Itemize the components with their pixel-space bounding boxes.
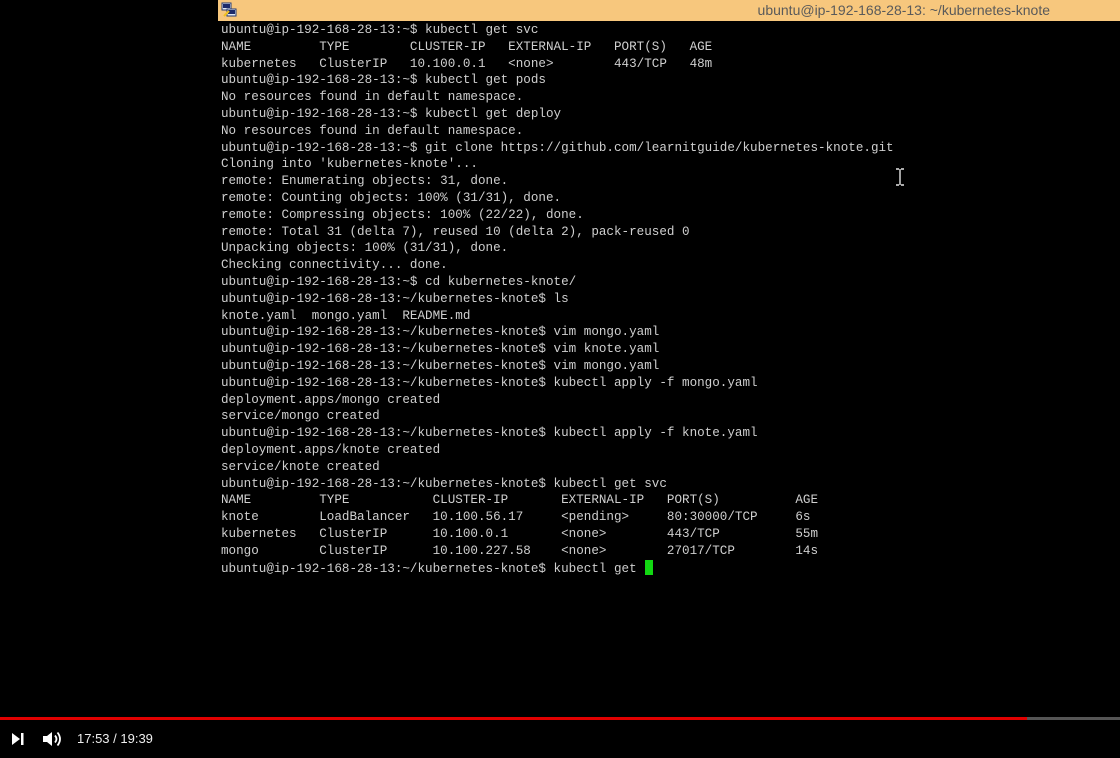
terminal-line: mongo ClusterIP 10.100.227.58 <none> 270…	[221, 543, 819, 558]
terminal-line: ubuntu@ip-192-168-28-13:~$ kubectl get p…	[221, 73, 546, 88]
terminal-line: ubuntu@ip-192-168-28-13:~/kubernetes-kno…	[221, 426, 758, 441]
terminal-line: kubernetes ClusterIP 10.100.0.1 <none> 4…	[221, 526, 819, 541]
terminal-line: remote: Total 31 (delta 7), reused 10 (d…	[221, 224, 690, 239]
terminal-line: ubuntu@ip-192-168-28-13:~/kubernetes-kno…	[221, 342, 660, 357]
terminal-line: deployment.apps/knote created	[221, 442, 441, 457]
terminal-line: No resources found in default namespace.	[221, 90, 524, 105]
window-title: ubuntu@ip-192-168-28-13: ~/kubernetes-kn…	[757, 2, 1050, 18]
terminal-line: service/mongo created	[221, 409, 380, 424]
terminal-prompt-text: ubuntu@ip-192-168-28-13:~/kubernetes-kno…	[221, 561, 645, 576]
terminal-line: deployment.apps/mongo created	[221, 392, 441, 407]
terminal-line: ubuntu@ip-192-168-28-13:~/kubernetes-kno…	[221, 358, 660, 373]
terminal-line: kubernetes ClusterIP 10.100.0.1 <none> 4…	[221, 56, 713, 71]
terminal-line: NAME TYPE CLUSTER-IP EXTERNAL-IP PORT(S)…	[221, 39, 713, 54]
terminal-line: ubuntu@ip-192-168-28-13:~$ kubectl get d…	[221, 106, 562, 121]
volume-icon[interactable]	[40, 728, 64, 750]
terminal-cursor	[645, 559, 654, 575]
terminal-line: remote: Enumerating objects: 31, done.	[221, 174, 509, 189]
terminal-line: ubuntu@ip-192-168-28-13:~$ kubectl get s…	[221, 23, 539, 37]
video-controls: 17:53 / 19:39	[0, 722, 1120, 758]
video-progress-fill	[0, 717, 1028, 720]
terminal-line: service/knote created	[221, 459, 380, 474]
putty-icon	[221, 2, 237, 18]
terminal-titlebar: ubuntu@ip-192-168-28-13: ~/kubernetes-kn…	[218, 0, 1120, 21]
terminal-line: No resources found in default namespace.	[221, 123, 524, 138]
terminal-line: NAME TYPE CLUSTER-IP EXTERNAL-IP PORT(S)…	[221, 493, 819, 508]
terminal-line: ubuntu@ip-192-168-28-13:~/kubernetes-kno…	[221, 325, 660, 340]
video-timecode: 17:53 / 19:39	[77, 731, 153, 746]
terminal-output[interactable]: ubuntu@ip-192-168-28-13:~$ kubectl get s…	[221, 22, 1116, 702]
terminal-line: remote: Compressing objects: 100% (22/22…	[221, 207, 584, 222]
text-cursor-ibeam-icon	[893, 168, 907, 186]
skip-next-icon[interactable]	[6, 728, 30, 750]
terminal-line: ubuntu@ip-192-168-28-13:~$ cd kubernetes…	[221, 274, 577, 289]
terminal-line: ubuntu@ip-192-168-28-13:~/kubernetes-kno…	[221, 375, 758, 390]
terminal-line: knote.yaml mongo.yaml README.md	[221, 308, 471, 323]
terminal-line: Cloning into 'kubernetes-knote'...	[221, 157, 478, 172]
terminal-line: ubuntu@ip-192-168-28-13:~/kubernetes-kno…	[221, 291, 569, 306]
terminal-line: ubuntu@ip-192-168-28-13:~/kubernetes-kno…	[221, 476, 667, 491]
video-progress-bar[interactable]	[0, 717, 1120, 720]
terminal-line: Checking connectivity... done.	[221, 258, 448, 273]
terminal-prompt-line: ubuntu@ip-192-168-28-13:~/kubernetes-kno…	[221, 559, 1116, 577]
video-frame: ubuntu@ip-192-168-28-13: ~/kubernetes-kn…	[0, 0, 1120, 758]
terminal-line: knote LoadBalancer 10.100.56.17 <pending…	[221, 510, 811, 525]
terminal-line: remote: Counting objects: 100% (31/31), …	[221, 190, 562, 205]
terminal-line: Unpacking objects: 100% (31/31), done.	[221, 241, 509, 256]
terminal-line: ubuntu@ip-192-168-28-13:~$ git clone htt…	[221, 140, 894, 155]
